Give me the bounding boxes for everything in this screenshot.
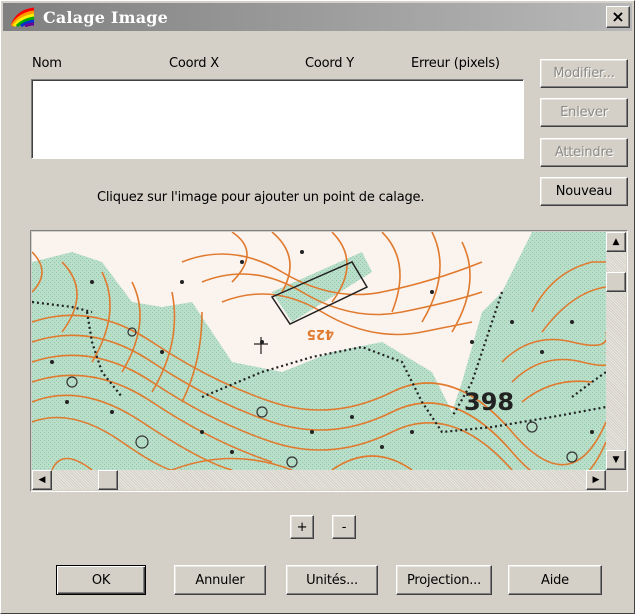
arrow-up-icon[interactable]: ▲ [606,232,626,252]
instruction-text: Cliquez sur l'image pour ajouter un poin… [97,190,425,205]
close-button[interactable]: × [606,6,630,28]
scrollbar-corner [606,470,626,490]
close-icon: × [611,7,625,26]
column-header-nom[interactable]: Nom [32,56,62,71]
column-header-erreur[interactable]: Erreur (pixels) [411,56,500,71]
window-title: Calage Image [43,8,169,27]
arrow-right-icon[interactable]: ▶ [586,470,606,490]
ok-label: OK [91,572,111,588]
atteindre-button[interactable]: Atteindre [540,138,628,167]
plus-icon: + [296,519,308,535]
projection-button[interactable]: Projection... [396,565,492,595]
ok-button[interactable]: OK [56,565,146,595]
topographic-map-icon: 425 398 [32,232,606,470]
nouveau-label: Nouveau [555,184,613,199]
annuler-label: Annuler [195,572,245,588]
aide-label: Aide [541,572,569,588]
modifier-button[interactable]: Modifier... [540,59,628,88]
annuler-button[interactable]: Annuler [174,565,266,595]
horizontal-scroll-thumb[interactable] [98,470,118,490]
unites-button[interactable]: Unités... [286,565,378,595]
control-points-list[interactable] [31,79,524,159]
vertical-scroll-thumb[interactable] [606,272,626,292]
column-header-coord-y[interactable]: Coord Y [305,56,354,71]
map-image[interactable]: 425 398 [32,232,606,470]
modifier-label: Modifier... [553,66,615,81]
calage-image-dialog: Calage Image × Nom Coord X Coord Y Erreu… [0,0,635,614]
enlever-label: Enlever [560,105,608,120]
horizontal-scrollbar[interactable]: ◀ ▶ [32,470,606,490]
map-contour-label: 425 [307,326,334,341]
minus-icon: - [341,519,347,535]
atteindre-label: Atteindre [554,145,614,160]
zoom-out-button[interactable]: - [332,515,356,539]
column-header-coord-x[interactable]: Coord X [169,56,219,71]
app-rainbow-icon [11,7,35,27]
zoom-in-button[interactable]: + [290,515,314,539]
arrow-left-icon[interactable]: ◀ [32,470,52,490]
nouveau-button[interactable]: Nouveau [540,177,628,206]
unites-label: Unités... [306,572,358,588]
aide-button[interactable]: Aide [508,565,602,595]
projection-label: Projection... [406,572,482,588]
vertical-scrollbar[interactable]: ▲ ▼ [606,232,626,470]
title-bar[interactable]: Calage Image × [3,3,632,31]
arrow-down-icon[interactable]: ▼ [606,450,626,470]
map-elevation-label: 398 [464,388,514,416]
enlever-button[interactable]: Enlever [540,98,628,127]
